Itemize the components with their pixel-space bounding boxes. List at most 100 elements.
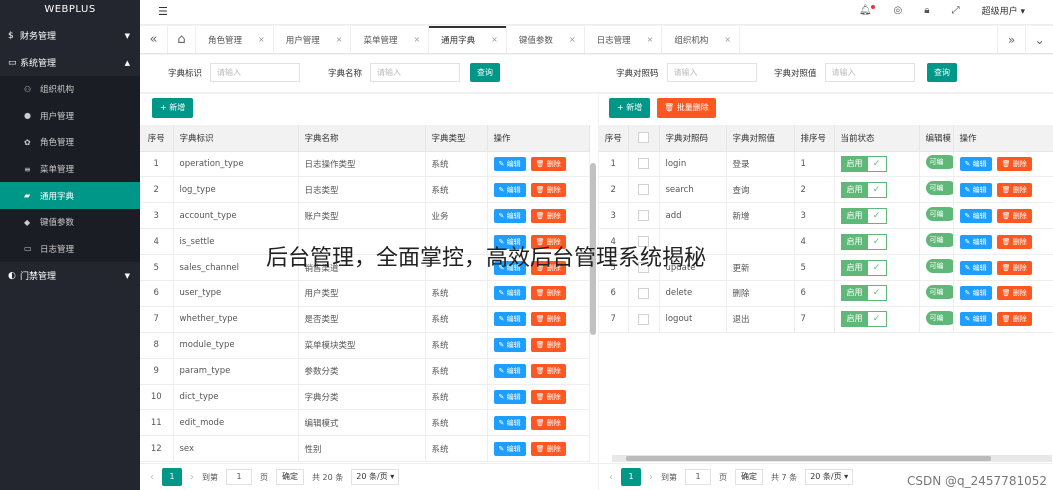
edit-button[interactable]: ✎ 编辑 bbox=[493, 286, 526, 301]
status-switch[interactable]: 启用 ✓ bbox=[840, 155, 887, 172]
delete-button[interactable]: 🗑 删除 bbox=[530, 312, 566, 327]
row-checkbox[interactable] bbox=[638, 313, 649, 325]
delete-button[interactable]: 🗑 删除 bbox=[530, 338, 566, 353]
table-row[interactable]: 3 account_type 账户类型 业务 ✎ 编辑 🗑 删除 bbox=[140, 202, 590, 230]
page-input[interactable]: 1 bbox=[685, 469, 711, 485]
col-header[interactable]: 序号 bbox=[599, 125, 629, 152]
close-icon[interactable]: × bbox=[413, 35, 420, 44]
sidebar-item-params[interactable]: ◆ 键值参数 bbox=[0, 209, 140, 236]
prev-page-icon[interactable]: ‹ bbox=[609, 472, 613, 483]
status-switch[interactable]: 启用 ✓ bbox=[840, 259, 887, 276]
checkbox[interactable] bbox=[638, 132, 649, 144]
code-input[interactable]: 请输入 bbox=[666, 63, 757, 82]
select-all-checkbox[interactable] bbox=[628, 125, 660, 152]
next-page-icon[interactable]: › bbox=[190, 472, 194, 483]
fullscreen-icon[interactable]: ⤢ bbox=[952, 5, 960, 16]
status-switch[interactable]: 启用 ✓ bbox=[840, 233, 887, 250]
status-switch[interactable]: 启用 ✓ bbox=[840, 285, 887, 302]
col-header[interactable]: 字典类型 bbox=[425, 125, 488, 152]
dict-id-input[interactable]: 请输入 bbox=[210, 63, 301, 82]
current-page[interactable]: 1 bbox=[621, 468, 641, 486]
close-icon[interactable]: × bbox=[569, 35, 576, 44]
tab-org[interactable]: 组织机构 × bbox=[662, 26, 741, 53]
edit-button[interactable]: ✎ 编辑 bbox=[493, 441, 526, 456]
page-size-select[interactable]: 20 条/页 ▾ bbox=[351, 469, 400, 485]
col-header[interactable]: 序号 bbox=[140, 125, 174, 152]
close-icon[interactable]: × bbox=[647, 35, 654, 44]
close-icon[interactable]: × bbox=[724, 35, 731, 44]
col-header[interactable]: 编辑模 bbox=[919, 125, 954, 152]
delete-button[interactable]: 🗑 删除 bbox=[530, 364, 566, 379]
col-header[interactable]: 排序号 bbox=[794, 125, 835, 152]
table-row[interactable]: 2 search 查询 2 启用 ✓ 可编 ✎ 编辑 🗑 删除 bbox=[599, 176, 1053, 204]
sidebar-item-roles[interactable]: ✿ 角色管理 bbox=[0, 129, 140, 156]
status-switch[interactable]: 启用 ✓ bbox=[840, 311, 887, 328]
edit-button[interactable]: ✎ 编辑 bbox=[493, 208, 526, 223]
sidebar-item-menus[interactable]: ≡ 菜单管理 bbox=[0, 156, 140, 183]
table-row[interactable]: 12 sex 性别 系统 ✎ 编辑 🗑 删除 bbox=[140, 435, 590, 463]
tab-menus[interactable]: 菜单管理 × bbox=[351, 26, 430, 53]
sidebar-group-system[interactable]: ▭ 系统管理 ▲ bbox=[0, 49, 140, 76]
table-row[interactable]: 2 log_type 日志类型 系统 ✎ 编辑 🗑 删除 bbox=[140, 176, 590, 204]
collapse-menu-icon[interactable]: ☰ bbox=[158, 5, 168, 18]
edit-button[interactable]: ✎ 编辑 bbox=[493, 338, 526, 353]
prev-page-icon[interactable]: ‹ bbox=[150, 472, 154, 483]
sidebar-item-org[interactable]: ⚇ 组织机构 bbox=[0, 76, 140, 103]
sidebar-item-dictionary[interactable]: ▰ 通用字典 bbox=[0, 182, 140, 209]
edit-button[interactable]: ✎ 编辑 bbox=[959, 260, 992, 275]
delete-button[interactable]: 🗑 删除 bbox=[996, 182, 1032, 197]
tab-logs[interactable]: 日志管理 × bbox=[585, 26, 663, 53]
col-header[interactable]: 字典对照值 bbox=[726, 125, 795, 152]
edit-mode-toggle[interactable]: 可编 bbox=[925, 310, 952, 325]
edit-button[interactable]: ✎ 编辑 bbox=[959, 312, 992, 327]
current-page[interactable]: 1 bbox=[162, 468, 182, 486]
row-checkbox[interactable] bbox=[638, 158, 649, 170]
user-menu[interactable]: 超级用户 ▾ bbox=[982, 4, 1025, 17]
col-header[interactable]: 当前状态 bbox=[834, 125, 920, 152]
delete-button[interactable]: 🗑 删除 bbox=[530, 415, 566, 430]
row-checkbox[interactable] bbox=[638, 184, 649, 196]
delete-button[interactable]: 🗑 删除 bbox=[996, 260, 1032, 275]
query-button-left[interactable]: 查询 bbox=[470, 63, 500, 82]
delete-button[interactable]: 🗑 删除 bbox=[996, 208, 1032, 223]
query-button-right[interactable]: 查询 bbox=[927, 63, 957, 82]
tab-roles[interactable]: 角色管理 × bbox=[196, 26, 274, 53]
value-input[interactable]: 请输入 bbox=[824, 63, 915, 82]
table-row[interactable]: 9 param_type 参数分类 系统 ✎ 编辑 🗑 删除 bbox=[140, 358, 590, 385]
delete-button[interactable]: 🗑 删除 bbox=[530, 182, 566, 197]
delete-button[interactable]: 🗑 删除 bbox=[530, 156, 566, 171]
edit-mode-toggle[interactable]: 可编 bbox=[925, 284, 952, 299]
bell-icon[interactable]: 🔔︎ bbox=[859, 5, 875, 16]
next-page-icon[interactable]: › bbox=[649, 472, 653, 483]
theme-icon[interactable]: ◎ bbox=[894, 5, 903, 16]
close-icon[interactable]: × bbox=[258, 35, 265, 44]
page-size-select[interactable]: 20 条/页 ▾ bbox=[805, 469, 854, 485]
edit-button[interactable]: ✎ 编辑 bbox=[959, 208, 992, 223]
tab-users[interactable]: 用户管理 × bbox=[274, 26, 352, 53]
edit-button[interactable]: ✎ 编辑 bbox=[493, 389, 526, 404]
col-header[interactable]: 字典标识 bbox=[173, 125, 299, 152]
tabs-menu-icon[interactable]: ⌄ bbox=[1025, 26, 1053, 53]
delete-button[interactable]: 🗑 删除 bbox=[996, 156, 1032, 171]
table-row[interactable]: 10 dict_type 字典分类 系统 ✎ 编辑 🗑 删除 bbox=[140, 384, 590, 411]
table-row[interactable]: 6 user_type 用户类型 系统 ✎ 编辑 🗑 删除 bbox=[140, 280, 590, 307]
sidebar-item-logs[interactable]: ▭ 日志管理 bbox=[0, 236, 140, 263]
delete-button[interactable]: 🗑 删除 bbox=[530, 441, 566, 456]
dict-name-input[interactable]: 请输入 bbox=[370, 63, 461, 82]
table-row[interactable]: 3 add 新增 3 启用 ✓ 可编 ✎ 编辑 🗑 删除 bbox=[599, 202, 1053, 230]
edit-mode-toggle[interactable]: 可编 bbox=[925, 259, 952, 273]
scrollbar-thumb[interactable] bbox=[626, 456, 991, 461]
col-header[interactable]: 字典名称 bbox=[298, 125, 426, 152]
edit-button[interactable]: ✎ 编辑 bbox=[959, 182, 992, 197]
goto-confirm-button[interactable]: 确定 bbox=[276, 469, 304, 485]
close-icon[interactable]: × bbox=[336, 35, 343, 44]
table-row[interactable]: 7 whether_type 是否类型 系统 ✎ 编辑 🗑 删除 bbox=[140, 306, 590, 333]
row-checkbox[interactable] bbox=[638, 287, 649, 299]
edit-button[interactable]: ✎ 编辑 bbox=[959, 286, 992, 301]
table-row[interactable]: 11 edit_mode 编辑模式 系统 ✎ 编辑 🗑 删除 bbox=[140, 409, 590, 437]
edit-button[interactable]: ✎ 编辑 bbox=[959, 234, 992, 249]
delete-button[interactable]: 🗑 删除 bbox=[996, 312, 1032, 327]
edit-button[interactable]: ✎ 编辑 bbox=[959, 156, 992, 171]
edit-mode-toggle[interactable]: 可编 bbox=[925, 181, 952, 196]
table-row[interactable]: 1 login 登录 1 启用 ✓ 可编 ✎ 编辑 🗑 删除 bbox=[599, 151, 1053, 178]
